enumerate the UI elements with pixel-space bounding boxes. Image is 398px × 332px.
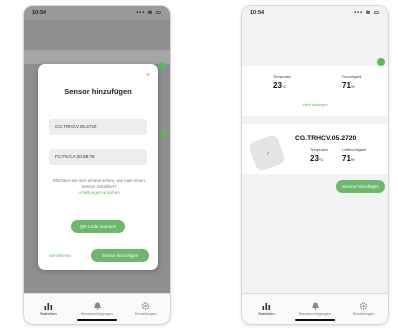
tab-settings[interactable]: Einstellungen xyxy=(121,294,170,324)
tab-label: Benachrichtigungen xyxy=(81,312,113,316)
scan-qr-button[interactable]: QR-Code scannen xyxy=(71,220,125,233)
home-indicator xyxy=(77,319,117,321)
sensor-card-new[interactable]: ✓ CG.TRHCV.05.2720 Temperatur 23°C Luftf… xyxy=(242,124,388,174)
tab-bar: Statistiken Benachrichtigungen Einstellu… xyxy=(24,293,170,324)
tab-label: Benachrichtigungen xyxy=(299,312,331,316)
sensor-id-field[interactable]: CG.TRHCV.05.2720 xyxy=(49,119,147,135)
sensor-name: CG.TRHCV.05.2720 xyxy=(295,135,357,142)
add-sensor-dialog: × Sensor hinzufügen CG.TRHCV.05.2720 FC:… xyxy=(38,64,158,270)
dialog-title: Sensor hinzufügen xyxy=(64,87,132,96)
cancel-button[interactable]: Annullieren xyxy=(49,252,71,260)
phone-screen-add-sensor: 10:54 ••• ≋ ▭ × Sensor hinzufügen CG.TRH… xyxy=(24,6,170,324)
gear-icon xyxy=(359,302,368,310)
temperature-value: 23°C xyxy=(273,81,287,90)
temperature-label: Temperatur xyxy=(273,75,292,79)
help-note: Möchten Sie sich einmal sehen, wie man e… xyxy=(52,178,146,196)
tab-settings[interactable]: Einstellungen xyxy=(339,294,388,324)
add-sensor-button[interactable]: Sensor hinzufügen xyxy=(336,180,385,193)
status-dot xyxy=(158,62,166,70)
close-icon[interactable]: × xyxy=(146,72,150,79)
humidity-value: 71% xyxy=(342,81,355,90)
status-dot xyxy=(377,58,385,66)
status-time: 10:54 xyxy=(250,10,265,16)
status-icons: ••• ≋ ▭ xyxy=(354,10,380,16)
background-header-panel xyxy=(24,50,170,64)
temperature-value: 23°C xyxy=(310,154,324,163)
humidity-label: Feuchtigkeit xyxy=(342,75,362,79)
tab-label: Einstellungen xyxy=(134,312,157,316)
tab-statistics[interactable]: Statistiken xyxy=(24,294,73,324)
tab-label: Einstellungen xyxy=(352,312,375,316)
tab-statistics[interactable]: Statistiken xyxy=(242,294,291,324)
status-time: 10:54 xyxy=(32,10,47,16)
bell-icon xyxy=(93,302,102,310)
humidity-value: 71% xyxy=(342,154,355,163)
humidity-label: Luftfeuchtigkeit xyxy=(342,148,367,152)
status-bar: 10:54 ••• ≋ ▭ xyxy=(242,6,388,20)
status-dot xyxy=(159,130,166,137)
help-note-text: Möchten Sie sich einmal sehen, wie man e… xyxy=(53,178,145,189)
mac-address-field[interactable]: FC:F5:CA:20:68:78 xyxy=(49,149,147,165)
bar-chart-icon xyxy=(44,302,53,310)
bar-chart-icon xyxy=(262,302,271,310)
show-more-link[interactable]: Mehr anzeigen xyxy=(242,103,388,107)
status-bar: 10:54 ••• ≋ ▭ xyxy=(24,6,170,20)
instructions-link[interactable]: Anleitungen ansehen xyxy=(52,190,146,196)
tab-label: Statistiken xyxy=(258,312,275,316)
gear-icon xyxy=(141,302,150,310)
tab-label: Statistiken xyxy=(40,312,57,316)
sensor-card-summary[interactable]: Temperatur 23°C Feuchtigkeit 71% Mehr an… xyxy=(242,66,388,116)
temperature-label: Temperatur xyxy=(310,148,329,152)
tab-bar: Statistiken Benachrichtigungen Einstellu… xyxy=(242,293,388,324)
home-indicator xyxy=(295,319,335,321)
check-icon: ✓ xyxy=(266,151,271,157)
add-sensor-button[interactable]: Sensor hinzufügen xyxy=(91,249,149,262)
phone-screen-sensor-list: 10:54 ••• ≋ ▭ Temperatur 23°C Feuchtigke… xyxy=(242,6,388,324)
bell-icon xyxy=(311,302,320,310)
status-icons: ••• ≋ ▭ xyxy=(136,10,162,16)
